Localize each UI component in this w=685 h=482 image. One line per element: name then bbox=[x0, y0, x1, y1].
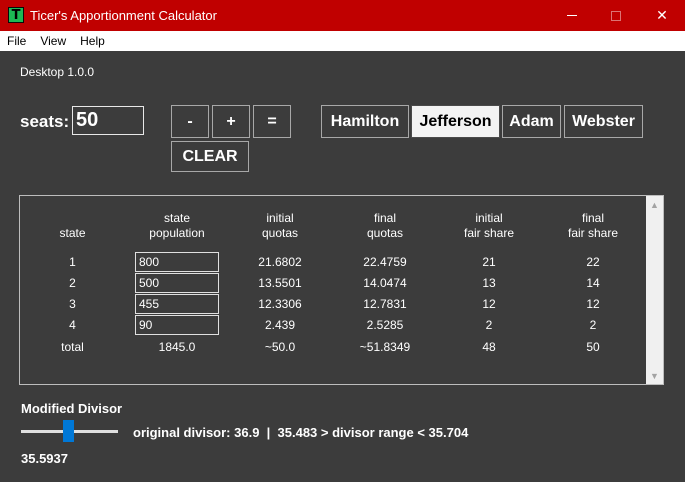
app-icon: T bbox=[8, 7, 24, 23]
row-3-population-input[interactable]: 455 bbox=[135, 294, 219, 314]
scroll-up-icon[interactable]: ▲ bbox=[646, 196, 663, 213]
header-initial-quotas-line1: initial bbox=[266, 211, 294, 225]
minimize-icon bbox=[567, 15, 577, 16]
header-initial-fair-share: initial fair share bbox=[444, 211, 534, 241]
seats-input[interactable]: 50 bbox=[72, 106, 144, 135]
clear-button[interactable]: CLEAR bbox=[171, 141, 249, 172]
hamilton-method-button[interactable]: Hamilton bbox=[321, 105, 409, 138]
header-population-line2: population bbox=[149, 226, 205, 240]
header-final-fair-share: final fair share bbox=[548, 211, 638, 241]
modified-divisor-value: 35.5937 bbox=[21, 451, 68, 466]
version-label: Desktop 1.0.0 bbox=[20, 65, 95, 79]
row-4-final-quota: 2.5285 bbox=[366, 318, 404, 332]
row-3-initial-fair-share: 12 bbox=[482, 297, 496, 311]
row-4-final-fair-share: 2 bbox=[589, 318, 597, 332]
header-initial-quotas: initial quotas bbox=[235, 211, 325, 241]
row-4-state: 4 bbox=[69, 318, 76, 332]
jefferson-method-button[interactable]: Jefferson bbox=[411, 105, 500, 138]
app-icon-letter: T bbox=[11, 7, 21, 23]
header-final-quotas: final quotas bbox=[340, 211, 430, 241]
webster-method-button[interactable]: Webster bbox=[564, 105, 643, 138]
maximize-icon bbox=[611, 10, 621, 21]
menu-view[interactable]: View bbox=[33, 34, 73, 48]
row-4-initial-quota: 2.439 bbox=[264, 318, 296, 332]
total-initial-fair-share: 48 bbox=[482, 340, 496, 354]
divisor-slider-thumb[interactable] bbox=[63, 420, 74, 442]
divisor-info: original divisor: 36.9 | 35.483 > diviso… bbox=[133, 425, 469, 440]
menu-help[interactable]: Help bbox=[73, 34, 112, 48]
menu-file[interactable]: File bbox=[0, 34, 33, 48]
total-population: 1845.0 bbox=[158, 340, 196, 354]
title-bar: T Ticer's Apportionment Calculator ✕ bbox=[0, 0, 685, 31]
total-initial-quota: ~50.0 bbox=[264, 340, 296, 354]
menu-bar: File View Help bbox=[0, 31, 685, 51]
row-1-state: 1 bbox=[69, 255, 76, 269]
adam-method-button[interactable]: Adam bbox=[502, 105, 561, 138]
row-1-initial-quota: 21.6802 bbox=[258, 255, 302, 269]
row-3-final-fair-share: 12 bbox=[586, 297, 600, 311]
maximize-button[interactable] bbox=[593, 0, 639, 31]
increment-button[interactable]: + bbox=[212, 105, 250, 138]
modified-divisor-label: Modified Divisor bbox=[21, 401, 123, 416]
row-1-final-fair-share: 22 bbox=[586, 255, 600, 269]
row-2-final-fair-share: 14 bbox=[586, 276, 600, 290]
header-state-line2: state bbox=[59, 226, 86, 240]
header-final-fair-share-line1: final bbox=[581, 211, 604, 225]
calculate-button[interactable]: = bbox=[253, 105, 291, 138]
row-2-initial-fair-share: 13 bbox=[482, 276, 496, 290]
scroll-down-icon[interactable]: ▼ bbox=[646, 367, 663, 384]
minimize-button[interactable] bbox=[549, 0, 595, 31]
row-2-final-quota: 14.0474 bbox=[363, 276, 407, 290]
row-3-initial-quota: 12.3306 bbox=[258, 297, 302, 311]
total-final-fair-share: 50 bbox=[586, 340, 600, 354]
header-final-quotas-line2: quotas bbox=[366, 226, 404, 240]
row-3-final-quota: 12.7831 bbox=[363, 297, 407, 311]
row-3-state: 3 bbox=[69, 297, 76, 311]
close-icon: ✕ bbox=[656, 7, 668, 23]
window-title: Ticer's Apportionment Calculator bbox=[30, 8, 217, 23]
row-1-final-quota: 22.4759 bbox=[363, 255, 407, 269]
header-state-population: state population bbox=[132, 211, 222, 241]
header-initial-fair-share-line1: initial bbox=[475, 211, 503, 225]
close-button[interactable]: ✕ bbox=[639, 0, 685, 31]
header-population-line1: state bbox=[163, 211, 190, 225]
row-1-initial-fair-share: 21 bbox=[482, 255, 496, 269]
total-label: total bbox=[61, 340, 84, 354]
header-state-line1 bbox=[40, 211, 105, 226]
row-2-state: 2 bbox=[69, 276, 76, 290]
total-final-quota: ~51.8349 bbox=[359, 340, 411, 354]
row-2-population-input[interactable]: 500 bbox=[135, 273, 219, 293]
header-state: state bbox=[40, 211, 105, 241]
row-2-initial-quota: 13.5501 bbox=[258, 276, 302, 290]
table-scrollbar[interactable]: ▲ ▼ bbox=[646, 196, 663, 384]
results-table-panel: state state population initial quotas fi… bbox=[19, 195, 664, 385]
decrement-button[interactable]: - bbox=[171, 105, 209, 138]
row-4-initial-fair-share: 2 bbox=[485, 318, 493, 332]
header-initial-fair-share-line2: fair share bbox=[463, 226, 515, 240]
header-final-fair-share-line2: fair share bbox=[567, 226, 619, 240]
header-initial-quotas-line2: quotas bbox=[261, 226, 299, 240]
header-final-quotas-line1: final bbox=[373, 211, 396, 225]
row-4-population-input[interactable]: 90 bbox=[135, 315, 219, 335]
row-1-population-input[interactable]: 800 bbox=[135, 252, 219, 272]
seats-label: seats: bbox=[20, 112, 70, 131]
